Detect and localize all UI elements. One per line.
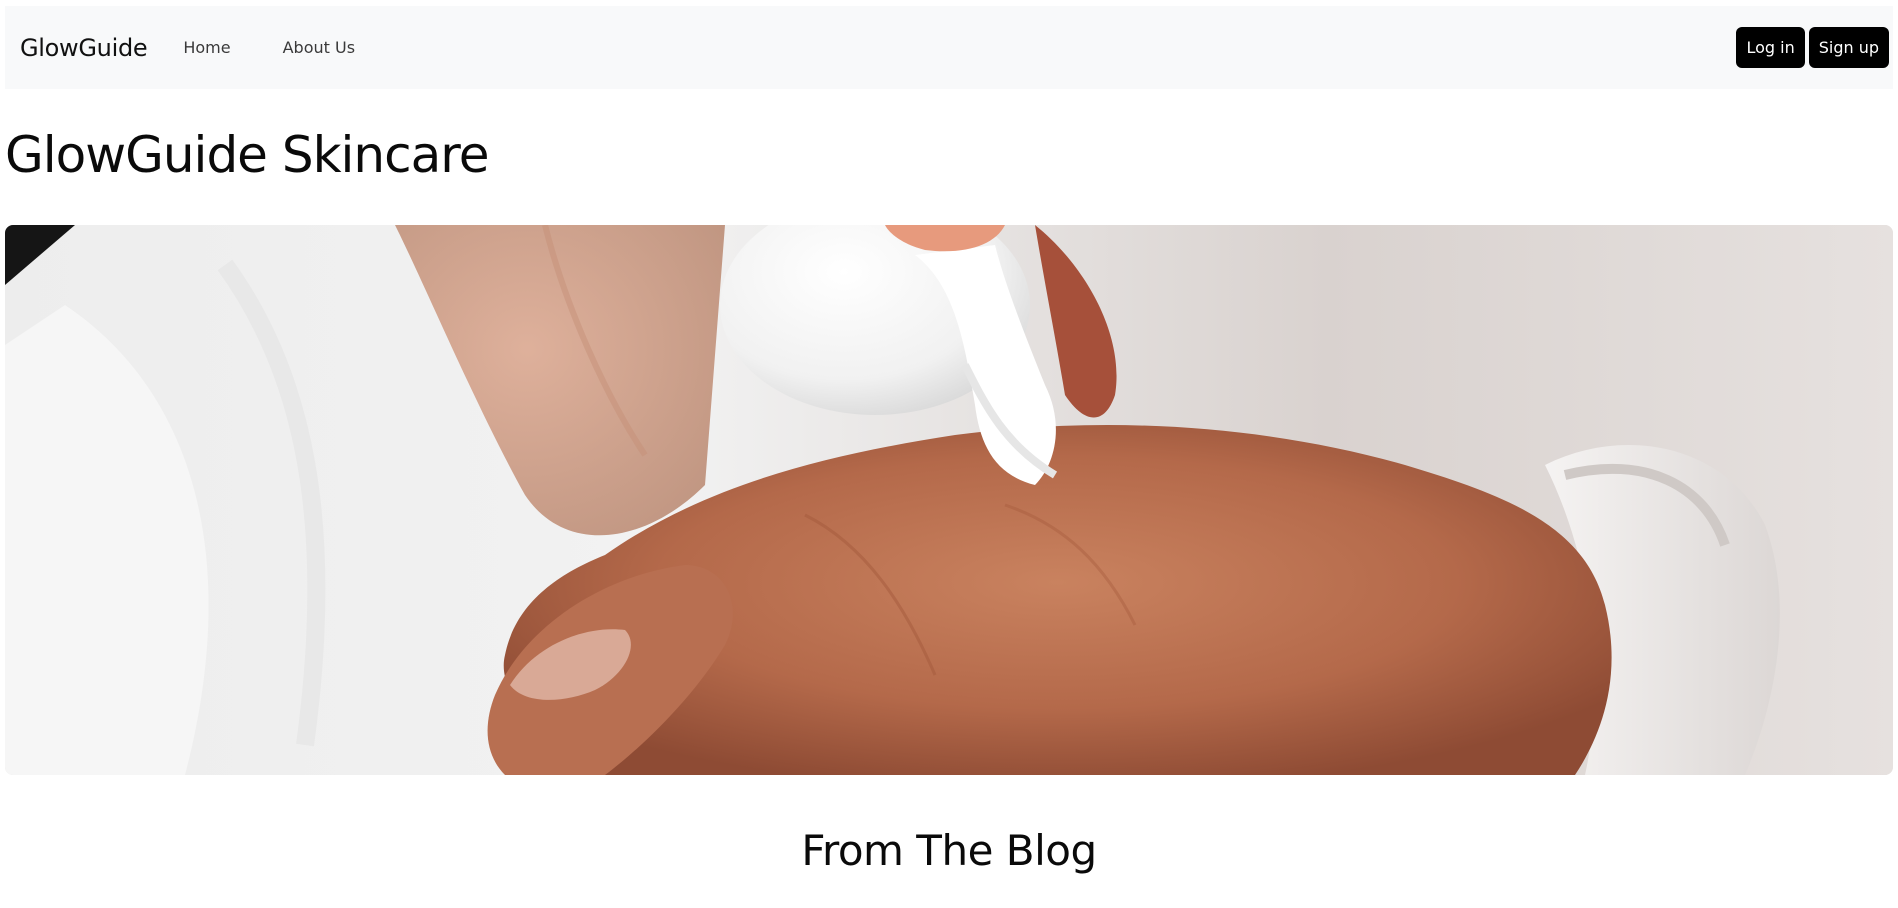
blog-section-title: From The Blog: [801, 826, 1097, 875]
nav-link-home[interactable]: Home: [183, 30, 230, 65]
nav-link-about-us[interactable]: About Us: [283, 30, 355, 65]
page-title: GlowGuide Skincare: [5, 126, 489, 184]
hero-photo-skincare-hands: [5, 225, 1893, 775]
nav-links: Home About Us: [183, 30, 355, 65]
navbar: GlowGuide Home About Us Log in Sign up: [5, 6, 1893, 89]
nav-actions: Log in Sign up: [1736, 27, 1889, 68]
hero-image: [5, 225, 1893, 775]
brand-logo[interactable]: GlowGuide: [20, 34, 148, 62]
login-button[interactable]: Log in: [1736, 27, 1805, 68]
signup-button[interactable]: Sign up: [1808, 27, 1889, 68]
page: GlowGuide Home About Us Log in Sign up G…: [0, 0, 1898, 908]
